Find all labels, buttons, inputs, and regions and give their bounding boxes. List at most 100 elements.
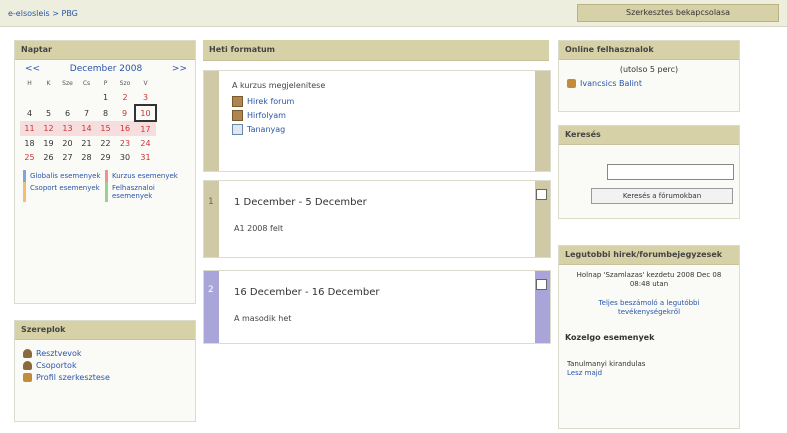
calendar-day[interactable]: 21 xyxy=(77,136,96,150)
global-events-link[interactable]: Globalis esemenyek xyxy=(23,170,105,182)
section-right-bar xyxy=(535,71,550,171)
upcoming-event-text: Tanulmanyi kirandulas xyxy=(567,360,646,368)
calendar-day[interactable]: 9 xyxy=(115,105,135,121)
calendar-grid: H K Sze Cs P Szo V 1 2 3 4 5 6 7 8 9 10 … xyxy=(20,76,157,164)
month-label[interactable]: December 2008 xyxy=(70,64,142,74)
calendar-day[interactable]: 31 xyxy=(135,150,156,164)
upcoming-events-title: Kozelgo esemenyek xyxy=(565,333,655,342)
calendar-day[interactable]: 18 xyxy=(20,136,39,150)
calendar-day[interactable]: 29 xyxy=(96,150,115,164)
search-title: Keresés xyxy=(559,126,739,145)
calendar-day xyxy=(58,90,77,105)
section-left-bar-current: 2 xyxy=(204,271,219,343)
calendar-day[interactable]: 19 xyxy=(39,136,58,150)
weekday-header: V xyxy=(143,79,148,87)
highlight-toggle-icon[interactable] xyxy=(536,189,547,200)
material-link[interactable]: Tananyag xyxy=(247,125,285,134)
calendar-day[interactable]: 6 xyxy=(58,105,77,121)
calendar-day[interactable]: 15 xyxy=(96,121,115,136)
calendar-day[interactable]: 3 xyxy=(135,90,156,105)
intro-section: A kurzus megjelenitese Hirek forum Hirfo… xyxy=(203,70,551,172)
intro-label: A kurzus megjelenitese xyxy=(232,81,326,90)
topics-header-wrap: Heti formatum xyxy=(203,40,549,61)
people-block: Szereplok Resztvevok Csoportok Profil sz… xyxy=(14,320,196,422)
calendar-day[interactable]: 13 xyxy=(58,121,77,136)
news-item: Holnap 'Szamlazas' kezdetu 2008 Dec 08 0… xyxy=(576,271,722,288)
upcoming-event-link[interactable]: Lesz majd xyxy=(567,369,739,377)
calendar-day[interactable]: 26 xyxy=(39,150,58,164)
online-users-subtitle: (utolso 5 perc) xyxy=(619,65,679,74)
calendar-day[interactable]: 30 xyxy=(115,150,135,164)
calendar-title: Naptar xyxy=(15,41,195,60)
calendar-day[interactable]: 5 xyxy=(39,105,58,121)
calendar-day[interactable]: 17 xyxy=(135,121,156,136)
edit-profile-link[interactable]: Profil szerkesztese xyxy=(36,373,110,382)
calendar-day[interactable]: 2 xyxy=(115,90,135,105)
calendar-day[interactable]: 8 xyxy=(96,105,115,121)
calendar-day[interactable]: 27 xyxy=(58,150,77,164)
profile-icon xyxy=(23,373,32,382)
online-user-link[interactable]: Ivancsics Balint xyxy=(580,79,642,88)
participants-link[interactable]: Resztvevok xyxy=(36,349,82,358)
calendar-day[interactable]: 25 xyxy=(20,150,39,164)
calendar-day[interactable]: 11 xyxy=(20,121,39,136)
calendar-day[interactable]: 12 xyxy=(39,121,58,136)
groups-icon xyxy=(23,361,32,370)
top-bar: e-elsosleis > PBG Szerkesztes bekapcsola… xyxy=(0,0,787,27)
section-left-bar: 1 xyxy=(204,181,219,257)
groups-link[interactable]: Csoportok xyxy=(36,361,77,370)
next-month-link[interactable]: >> xyxy=(172,64,187,74)
calendar-nav: << December 2008 >> xyxy=(15,60,195,74)
full-activity-link[interactable]: Teljes beszámoló a legutóbbi tevékenység… xyxy=(573,299,725,317)
news-forum-link[interactable]: Hirek forum xyxy=(247,97,294,106)
breadcrumb[interactable]: e-elsosleis > PBG xyxy=(8,9,78,18)
participants-item[interactable]: Resztvevok xyxy=(23,349,195,358)
search-input[interactable] xyxy=(607,164,734,180)
participants-icon xyxy=(23,349,32,358)
edit-mode-button[interactable]: Szerkesztes bekapcsolasa xyxy=(577,4,779,22)
calendar-block: Naptar << December 2008 >> H K Sze Cs P … xyxy=(14,40,196,304)
calendar-day[interactable]: 16 xyxy=(115,121,135,136)
calendar-day[interactable]: 28 xyxy=(77,150,96,164)
calendar-day[interactable]: 22 xyxy=(96,136,115,150)
prev-month-link[interactable]: << xyxy=(25,64,40,74)
weekday-header: Sze xyxy=(62,79,73,87)
weekday-header: K xyxy=(46,79,51,87)
weekday-header: Cs xyxy=(82,79,91,87)
calendar-day xyxy=(77,90,96,105)
calendar-day[interactable]: 4 xyxy=(20,105,39,121)
calendar-event-keys: Globalis esemenyek Kurzus esemenyek Csop… xyxy=(23,170,187,202)
calendar-day[interactable]: 24 xyxy=(135,136,156,150)
user-events-link[interactable]: Felhasznaloi esemenyek xyxy=(105,182,187,202)
weekday-header: Szo xyxy=(119,79,131,87)
online-users-title: Online felhasznalok xyxy=(559,41,739,60)
section-title: 16 December - 16 December xyxy=(234,287,380,298)
calendar-day[interactable]: 20 xyxy=(58,136,77,150)
search-block: Keresés Keresés a fórumokban xyxy=(558,125,740,219)
calendar-day[interactable]: 7 xyxy=(77,105,96,121)
feed-link[interactable]: Hirfolyam xyxy=(247,111,286,120)
course-events-link[interactable]: Kurzus esemenyek xyxy=(105,170,187,182)
section-right-bar-current xyxy=(535,271,550,343)
material-item[interactable]: Tananyag xyxy=(232,124,528,135)
section-number: 2 xyxy=(208,285,214,295)
resource-icon xyxy=(232,124,243,135)
groups-item[interactable]: Csoportok xyxy=(23,361,195,370)
section-title: 1 December - 5 December xyxy=(234,197,367,208)
news-forum-item[interactable]: Hirek forum xyxy=(232,96,528,107)
calendar-day[interactable]: 14 xyxy=(77,121,96,136)
section-summary: A masodik het xyxy=(234,314,292,323)
calendar-day[interactable]: 1 xyxy=(96,90,115,105)
section-right-bar xyxy=(535,181,550,257)
online-user-item[interactable]: Ivancsics Balint xyxy=(567,79,739,88)
online-users-block: Online felhasznalok (utolso 5 perc) Ivan… xyxy=(558,40,740,112)
search-forums-button[interactable]: Keresés a fórumokban xyxy=(591,188,733,204)
group-events-link[interactable]: Csoport esemenyek xyxy=(23,182,105,202)
calendar-day[interactable]: 23 xyxy=(115,136,135,150)
highlight-toggle-icon[interactable] xyxy=(536,279,547,290)
calendar-day-today[interactable]: 10 xyxy=(134,104,157,122)
forum-icon xyxy=(232,96,243,107)
feed-item[interactable]: Hirfolyam xyxy=(232,110,528,121)
edit-profile-item[interactable]: Profil szerkesztese xyxy=(23,373,195,382)
weekday-header: P xyxy=(103,79,108,87)
